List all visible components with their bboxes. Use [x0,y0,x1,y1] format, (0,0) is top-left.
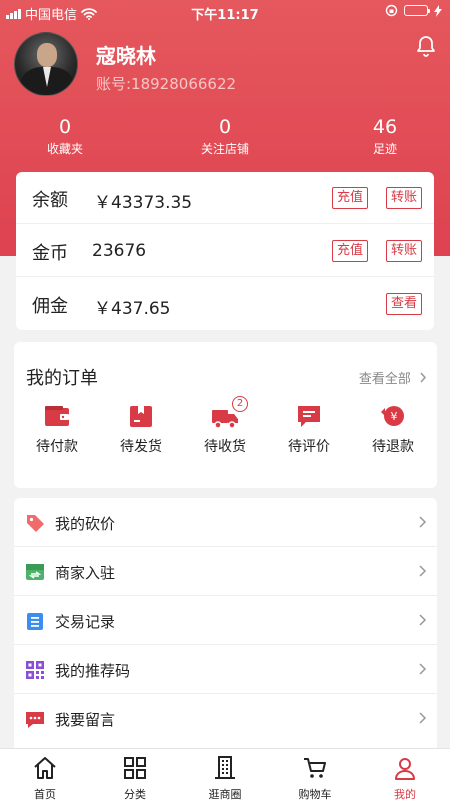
wallet-row-coins: 金币 23676 充值 转账 [16,225,434,277]
refund-icon: ¥ [381,406,404,426]
recharge-button[interactable]: 充值 [331,240,368,262]
menu-label: 商家入驻 [55,564,116,582]
building-icon [215,756,235,779]
transfer-button[interactable]: 转账 [385,187,422,209]
menu-label: 我的推荐码 [55,662,131,680]
status-bar: 中国电信 下午11:17 [0,0,450,24]
order-count-badge: 2 [232,396,248,412]
stat-footprints[interactable]: 46 足迹 [350,116,420,157]
wallet-row-balance: 余额 ￥43373.35 充值 转账 [16,172,434,224]
order-pending-receipt[interactable]: 2 待收货 [190,396,260,456]
stat-label: 关注店铺 [200,142,249,156]
chevron-right-icon [419,663,427,675]
charging-icon [434,4,442,17]
tab-category[interactable]: 分类 [90,749,180,800]
menu-item-transaction-history[interactable]: 交易记录 [14,596,437,645]
menu-item-merchant-join[interactable]: 商家入驻 [14,547,437,596]
bell-icon[interactable] [414,34,438,58]
stat-value: 0 [218,116,232,138]
store-icon [26,564,44,580]
user-icon [395,758,415,780]
orientation-lock-icon [385,4,398,17]
orders-title: 我的订单 [26,368,98,389]
message-icon [26,712,44,728]
menu-list: 我的砍价 商家入驻 交易记录 我的推荐码 我要留言 [14,498,437,748]
wallet-value: 23676 [92,241,147,261]
tab-label: 首页 [34,788,56,800]
avatar[interactable] [14,32,78,96]
tab-mine[interactable]: 我的 [360,749,450,800]
stat-value: 46 [372,116,398,138]
wallet-key: 金币 [32,243,68,264]
package-icon [130,406,152,427]
tab-home[interactable]: 首页 [0,749,90,800]
grid-icon [124,757,146,779]
stat-favorites[interactable]: 0 收藏夹 [30,116,100,157]
tab-cart[interactable]: 购物车 [270,749,360,800]
recharge-button[interactable]: 充值 [331,187,368,209]
chevron-right-icon [419,614,427,626]
account-number: 账号:18928066622 [96,75,237,93]
wallet-icon [45,406,69,426]
qr-code-icon [26,661,44,679]
menu-label: 交易记录 [55,613,116,631]
wallet-value: ￥43373.35 [94,193,193,213]
view-all-label: 查看全部 [358,372,411,387]
tab-label: 购物车 [298,788,332,800]
status-time: 下午11:17 [191,8,259,23]
order-label: 待发货 [120,439,162,455]
orders-card: 我的订单 查看全部 待付款 待发货 2 待收货 待评价 ¥ 待退款 [14,342,437,488]
chevron-right-icon [420,372,427,383]
order-pending-review[interactable]: 待评价 [274,402,344,456]
wallet-row-commission: 佣金 ￥437.65 查看 [16,278,434,330]
order-label: 待付款 [36,439,78,455]
chevron-right-icon [419,516,427,528]
stat-label: 收藏夹 [46,142,83,156]
wallet-key: 佣金 [32,296,68,317]
stat-value: 0 [58,116,72,138]
view-all-orders-link[interactable]: 查看全部 [359,368,427,387]
order-label: 待退款 [372,439,414,455]
order-pending-shipment[interactable]: 待发货 [106,402,176,456]
comment-icon [298,406,320,427]
list-icon [27,613,43,630]
stat-label: 足迹 [372,142,397,156]
order-pending-payment[interactable]: 待付款 [22,402,92,456]
menu-item-leave-message[interactable]: 我要留言 [14,694,437,743]
wallet-card: 余额 ￥43373.35 充值 转账 金币 23676 充值 转账 佣金 ￥43… [16,172,434,330]
user-name: 寇晓林 [96,44,156,68]
tab-business-district[interactable]: 逛商圈 [180,749,270,800]
order-label: 待收货 [204,439,246,455]
wallet-value: ￥437.65 [94,299,171,319]
wallet-key: 余额 [32,190,68,211]
menu-label: 我的砍价 [55,515,116,533]
bottom-tab-bar: 首页 分类 逛商圈 购物车 我的 [0,748,450,800]
battery-icon [404,5,430,16]
tab-label: 分类 [124,788,146,800]
price-tag-icon [27,515,44,532]
svg-text:¥: ¥ [391,410,398,423]
menu-label: 我要留言 [55,711,116,729]
order-pending-refund[interactable]: ¥ 待退款 [358,402,428,456]
cart-icon [304,758,326,778]
tab-label: 逛商圈 [208,788,242,800]
order-label: 待评价 [288,439,330,455]
menu-item-referral-code[interactable]: 我的推荐码 [14,645,437,694]
view-button[interactable]: 查看 [385,293,422,315]
menu-item-my-bargains[interactable]: 我的砍价 [14,498,437,547]
tab-label: 我的 [394,788,416,800]
home-icon [34,757,56,779]
chevron-right-icon [419,712,427,724]
chevron-right-icon [419,565,427,577]
stat-followed-shops[interactable]: 0 关注店铺 [185,116,265,157]
transfer-button[interactable]: 转账 [385,240,422,262]
